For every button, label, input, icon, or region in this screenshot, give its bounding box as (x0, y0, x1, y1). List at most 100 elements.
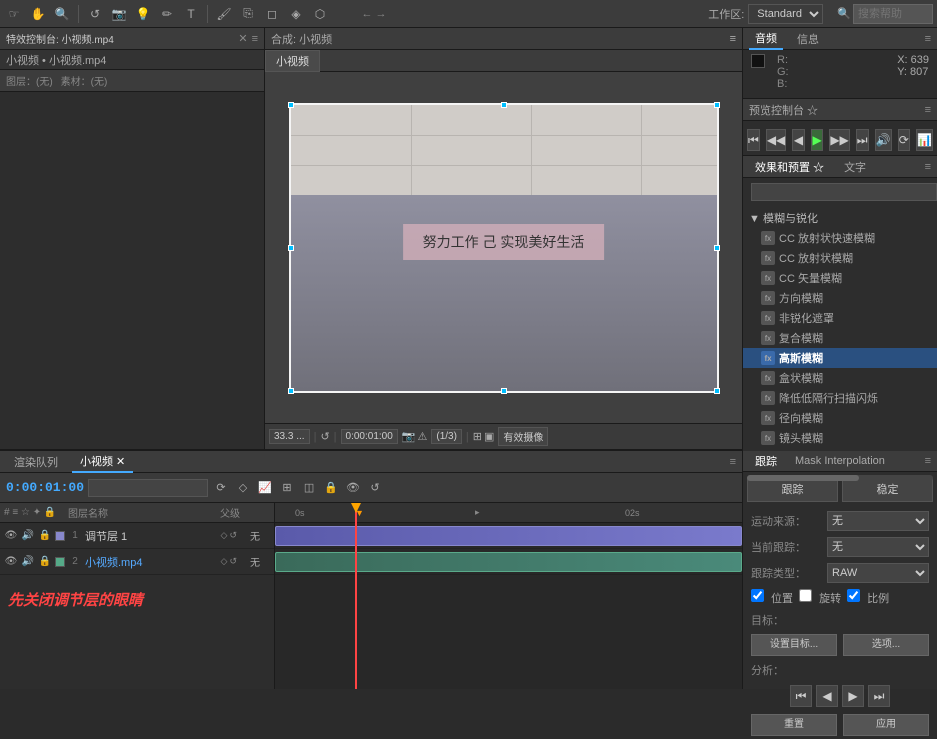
eraser-tool[interactable]: ◻ (262, 4, 282, 24)
help-search-input[interactable] (853, 4, 933, 24)
timeline-menu[interactable]: ≡ (730, 456, 736, 468)
motion-source-select[interactable]: 无 (827, 511, 929, 531)
effect-item-10[interactable]: fx 镜头模糊 (743, 428, 937, 448)
clone-tool[interactable]: ⎘ (238, 4, 258, 24)
layer-1-eye[interactable]: 👁 (4, 555, 18, 569)
tl-icon-motion[interactable]: ⟳ (212, 479, 230, 497)
layer-0-audio[interactable]: 🔊 (21, 529, 35, 543)
tracker-tab-main[interactable]: 跟踪 (749, 451, 783, 471)
set-target-btn[interactable]: 设置目标... (751, 634, 837, 656)
handle-top-left[interactable] (288, 102, 294, 108)
pc-back-frame[interactable]: ◀ (792, 129, 805, 151)
track-type-select[interactable]: RAW (827, 563, 929, 583)
zoom-control[interactable]: 33.3 ... (269, 429, 310, 444)
tracker-menu[interactable]: ≡ (925, 455, 931, 467)
layer-0-name[interactable]: 调节层 1 (85, 528, 218, 544)
layer-0-eye[interactable]: 👁 (4, 529, 18, 543)
effects-category-blur[interactable]: ▼ 模糊与锐化 (743, 208, 937, 228)
effects-menu[interactable]: ≡ (925, 161, 931, 173)
tl-icon-graph[interactable]: 📈 (256, 479, 274, 497)
workspace-select[interactable]: Standard (748, 4, 823, 24)
shape-tool[interactable]: ⬡ (310, 4, 330, 24)
layer-1-lock[interactable]: 🔒 (38, 555, 52, 569)
effects-tab-text[interactable]: 文字 (838, 157, 872, 177)
effect-item-0[interactable]: fx CC 放射状快速模糊 (743, 228, 937, 248)
tl-icon-keyframe[interactable]: ◇ (234, 479, 252, 497)
tl-icon-refresh[interactable]: ↺ (366, 479, 384, 497)
text-tool[interactable]: T (181, 4, 201, 24)
analyze-prev[interactable]: ◀ (816, 685, 838, 707)
current-track-select[interactable]: 无 (827, 537, 929, 557)
effect-item-8[interactable]: fx 降低低隔行扫描闪烁 (743, 388, 937, 408)
pen-tool[interactable]: ✏ (157, 4, 177, 24)
quality-label[interactable]: 有效摄像 (498, 427, 548, 446)
composition-tab[interactable]: 小视频 ✕ (72, 451, 133, 473)
fraction-display[interactable]: (1/3) (431, 429, 462, 444)
light-tool[interactable]: 💡 (133, 4, 153, 24)
tl-icon-lock[interactable]: 🔒 (322, 479, 340, 497)
rotate-tool[interactable]: ↺ (85, 4, 105, 24)
analyze-first[interactable]: ⏮ (790, 685, 812, 707)
effect-item-7[interactable]: fx 盒状模糊 (743, 368, 937, 388)
hand-tool[interactable]: ✋ (28, 4, 48, 24)
handle-top-mid[interactable] (501, 102, 507, 108)
clip-adjustment[interactable] (275, 526, 742, 546)
playhead[interactable] (355, 503, 357, 689)
handle-right-mid[interactable] (714, 245, 720, 251)
options-btn[interactable]: 选项... (843, 634, 929, 656)
grid-icon[interactable]: ⊞ (473, 430, 482, 443)
stabilize-btn[interactable]: 稳定 (842, 478, 933, 502)
effects-tab-main[interactable]: 效果和预置 ☆ (749, 157, 830, 177)
layer-1-keyframe[interactable]: ◇ (221, 556, 228, 567)
audio-info-menu[interactable]: ≡ (925, 33, 931, 45)
time-display[interactable]: 0:00:01:00 (6, 480, 84, 495)
pointer-tool[interactable]: ☞ (4, 4, 24, 24)
analyze-next[interactable]: ▶ (842, 685, 864, 707)
pc-audio[interactable]: 🔊 (875, 129, 892, 151)
layer-1-name[interactable]: 小视频.mp4 (85, 554, 218, 570)
effect-item-9[interactable]: fx 径向模糊 (743, 408, 937, 428)
layer-0-lock[interactable]: 🔒 (38, 529, 52, 543)
scale-checkbox-label[interactable]: 比例 (847, 589, 889, 606)
rot-checkbox-label[interactable]: 旋转 (799, 589, 841, 606)
reset-btn[interactable]: 重置 (751, 714, 837, 736)
handle-bottom-mid[interactable] (501, 388, 507, 394)
handle-left-mid[interactable] (288, 245, 294, 251)
viewer-tab-video[interactable]: 小视频 (265, 50, 320, 72)
time-display[interactable]: 0:00:01:00 (341, 429, 398, 444)
pc-play[interactable]: ▶ (811, 129, 824, 151)
zoom-tool[interactable]: 🔍 (52, 4, 72, 24)
layer-0-keyframe[interactable]: ◇ (221, 530, 228, 541)
camera-tool[interactable]: 📷 (109, 4, 129, 24)
pc-prev-frame[interactable]: ◀◀ (766, 129, 786, 151)
pc-menu[interactable]: ≡ (925, 104, 931, 116)
track-btn[interactable]: 跟踪 (747, 478, 838, 502)
brush-tool[interactable]: 🖌 (214, 4, 234, 24)
puppet-tool[interactable]: ◈ (286, 4, 306, 24)
effect-item-6[interactable]: fx 高斯模糊 (743, 348, 937, 368)
effects-search-input[interactable] (751, 183, 937, 201)
viewer-menu-icon[interactable]: ≡ (730, 33, 736, 45)
handle-top-right[interactable] (714, 102, 720, 108)
layer-1-audio[interactable]: 🔊 (21, 555, 35, 569)
pc-forward[interactable]: ▶▶ (829, 129, 849, 151)
clip-video[interactable] (275, 552, 742, 572)
pos-checkbox-label[interactable]: 位置 (751, 589, 793, 606)
handle-bottom-right[interactable] (714, 388, 720, 394)
pc-last-frame[interactable]: ⏭ (856, 129, 869, 151)
pc-loop[interactable]: ⟳ (898, 129, 911, 151)
info-tab[interactable]: 信息 (791, 29, 825, 49)
pc-first-frame[interactable]: ⏮ (747, 129, 760, 151)
pos-checkbox[interactable] (751, 589, 764, 602)
project-panel-menu[interactable]: ≡ (252, 33, 258, 45)
pc-chart[interactable]: 📊 (916, 129, 933, 151)
render-queue-tab[interactable]: 渲染队列 (6, 452, 66, 472)
audio-tab[interactable]: 音频 (749, 28, 783, 50)
tl-icon-mode[interactable]: ⊞ (278, 479, 296, 497)
project-panel-close[interactable]: ✕ (238, 32, 247, 45)
analyze-last[interactable]: ⏭ (868, 685, 890, 707)
rotate-btn[interactable]: ↺ (320, 430, 329, 443)
effect-item-5[interactable]: fx 复合模糊 (743, 328, 937, 348)
tracker-tab-mask[interactable]: Mask Interpolation (789, 453, 891, 469)
effect-item-2[interactable]: fx CC 矢量模糊 (743, 268, 937, 288)
